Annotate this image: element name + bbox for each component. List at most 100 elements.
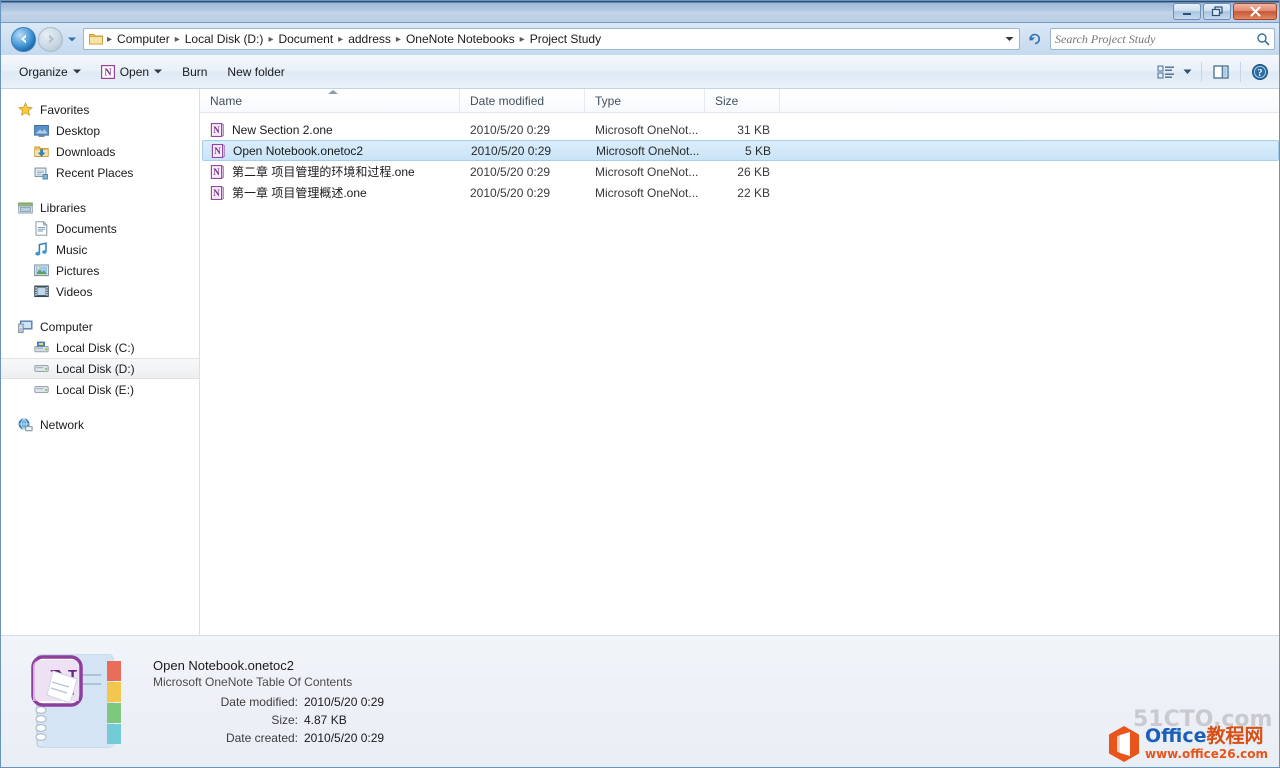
sidebar-item-recent-places-label: Recent Places xyxy=(56,166,133,180)
open-label: Open xyxy=(120,65,149,79)
file-size-cell: 26 KB xyxy=(705,165,778,179)
sidebar-item-local-disk-e[interactable]: Local Disk (E:) xyxy=(1,379,199,400)
table-row[interactable]: N New Section 2.one 2010/5/20 0:29 Micro… xyxy=(202,119,1279,140)
sidebar-item-desktop[interactable]: Desktop xyxy=(1,120,199,141)
file-name-label: Open Notebook.onetoc2 xyxy=(233,144,363,158)
file-date-cell: 2010/5/20 0:29 xyxy=(460,165,585,179)
sidebar-item-local-disk-c[interactable]: Local Disk (C:) xyxy=(1,337,199,358)
maximize-button[interactable] xyxy=(1203,3,1231,20)
file-name-cell: N New Section 2.one xyxy=(202,122,460,138)
downloads-icon xyxy=(33,144,49,160)
explorer-window: ▸ Computer ▸ Local Disk (D:) ▸ Document … xyxy=(0,0,1280,768)
sidebar-item-pictures[interactable]: Pictures xyxy=(1,260,199,281)
nav-group-network-label: Network xyxy=(40,418,84,432)
new-folder-button[interactable]: New folder xyxy=(217,60,294,84)
nav-group-favorites[interactable]: Favorites xyxy=(1,99,199,120)
sidebar-item-recent-places[interactable]: Recent Places xyxy=(1,162,199,183)
file-name-label: 第二章 项目管理的环境和过程.one xyxy=(232,163,415,180)
organize-button[interactable]: Organize xyxy=(9,60,91,84)
breadcrumb-separator: ▸ xyxy=(519,34,526,45)
details-value: 2010/5/20 0:29 xyxy=(298,729,384,747)
details-text: Open Notebook.onetoc2 Microsoft OneNote … xyxy=(153,658,384,747)
burn-button[interactable]: Burn xyxy=(172,60,217,84)
breadcrumb-item-computer[interactable]: Computer xyxy=(113,30,174,48)
file-name-cell: N 第二章 项目管理的环境和过程.one xyxy=(202,163,460,180)
details-field-size: Size: 4.87 KB xyxy=(153,711,384,729)
close-button[interactable] xyxy=(1233,3,1277,20)
file-name-label: New Section 2.one xyxy=(232,123,333,137)
help-icon: ? xyxy=(1251,63,1269,81)
sidebar-item-downloads[interactable]: Downloads xyxy=(1,141,199,162)
column-header-size-label: Size xyxy=(715,94,738,108)
navigation-pane: Favorites Desktop xyxy=(1,89,200,635)
file-date-cell: 2010/5/20 0:29 xyxy=(460,123,585,137)
nav-group-libraries[interactable]: Libraries xyxy=(1,197,199,218)
column-header-date-modified[interactable]: Date modified xyxy=(460,89,585,112)
nav-gap xyxy=(1,183,199,197)
drive-icon xyxy=(33,382,49,398)
column-header-type-label: Type xyxy=(595,94,621,108)
organize-label: Organize xyxy=(19,65,68,79)
minimize-button[interactable] xyxy=(1173,3,1201,20)
folder-icon xyxy=(88,31,104,47)
sidebar-item-local-disk-c-label: Local Disk (C:) xyxy=(56,341,135,355)
file-type-cell: Microsoft OneNot... xyxy=(585,186,705,200)
details-value: 2010/5/20 0:29 xyxy=(298,693,384,711)
back-button[interactable] xyxy=(11,27,36,52)
breadcrumb-item-project-study[interactable]: Project Study xyxy=(526,30,605,48)
onenote-notebook-icon: N xyxy=(23,649,131,757)
sidebar-item-documents[interactable]: Documents xyxy=(1,218,199,239)
forward-button[interactable] xyxy=(38,27,63,52)
onenote-section-icon: N xyxy=(210,164,226,180)
file-name-cell: N 第一章 项目管理概述.one xyxy=(202,184,460,201)
nav-group-computer-label: Computer xyxy=(40,320,93,334)
breadcrumb-separator: ▸ xyxy=(395,34,402,45)
sidebar-item-local-disk-e-label: Local Disk (E:) xyxy=(56,383,134,397)
file-size-cell: 22 KB xyxy=(705,186,778,200)
sidebar-item-downloads-label: Downloads xyxy=(56,145,115,159)
breadcrumb-item-document[interactable]: Document xyxy=(274,30,337,48)
search-input[interactable] xyxy=(1055,32,1256,47)
file-rows: N New Section 2.one 2010/5/20 0:29 Micro… xyxy=(200,113,1280,635)
table-row[interactable]: N 第一章 项目管理概述.one 2010/5/20 0:29 Microsof… xyxy=(202,182,1279,203)
chevron-down-icon[interactable] xyxy=(1001,29,1017,49)
search-icon[interactable] xyxy=(1256,32,1270,46)
history-dropdown-button[interactable] xyxy=(65,28,79,50)
column-header-date-label: Date modified xyxy=(470,94,544,108)
column-header-name[interactable]: Name xyxy=(200,89,460,112)
column-header-type[interactable]: Type xyxy=(585,89,705,112)
breadcrumb-item-onenote-notebooks[interactable]: OneNote Notebooks xyxy=(402,30,519,48)
table-row[interactable]: N Open Notebook.onetoc2 2010/5/20 0:29 M… xyxy=(202,140,1279,161)
help-button[interactable]: ? xyxy=(1247,60,1273,84)
breadcrumb: ▸ Computer ▸ Local Disk (D:) ▸ Document … xyxy=(88,30,1001,48)
search-box[interactable] xyxy=(1050,28,1275,50)
sort-ascending-icon xyxy=(328,90,338,94)
nav-group-libraries-label: Libraries xyxy=(40,201,86,215)
file-size-cell: 5 KB xyxy=(706,144,779,158)
column-header-size[interactable]: Size xyxy=(705,89,780,112)
toolbar-divider xyxy=(1201,62,1202,82)
nav-group-network[interactable]: Network xyxy=(1,414,199,435)
table-row[interactable]: N 第二章 项目管理的环境和过程.one 2010/5/20 0:29 Micr… xyxy=(202,161,1279,182)
breadcrumb-item-local-disk-d[interactable]: Local Disk (D:) xyxy=(181,30,268,48)
nav-group-computer[interactable]: Computer xyxy=(1,316,199,337)
star-icon xyxy=(17,102,33,118)
preview-pane-button[interactable] xyxy=(1208,60,1234,84)
sidebar-item-music[interactable]: Music xyxy=(1,239,199,260)
sidebar-item-videos[interactable]: Videos xyxy=(1,281,199,302)
breadcrumb-bar[interactable]: ▸ Computer ▸ Local Disk (D:) ▸ Document … xyxy=(83,28,1020,50)
details-subtitle: Microsoft OneNote Table Of Contents xyxy=(153,675,384,689)
open-button[interactable]: N Open xyxy=(91,60,172,84)
file-type-cell: Microsoft OneNot... xyxy=(585,123,705,137)
breadcrumb-separator: ▸ xyxy=(337,34,344,45)
system-drive-icon xyxy=(33,340,49,356)
refresh-button[interactable] xyxy=(1024,28,1046,50)
sidebar-item-documents-label: Documents xyxy=(56,222,117,236)
change-view-button[interactable] xyxy=(1153,60,1179,84)
breadcrumb-item-address[interactable]: address xyxy=(344,30,395,48)
change-view-dropdown[interactable] xyxy=(1179,60,1195,84)
sidebar-item-pictures-label: Pictures xyxy=(56,264,99,278)
file-list-pane: Name Date modified Type Size xyxy=(200,89,1280,635)
sidebar-item-local-disk-d[interactable]: Local Disk (D:) xyxy=(1,358,199,379)
details-label: Size: xyxy=(153,711,298,729)
